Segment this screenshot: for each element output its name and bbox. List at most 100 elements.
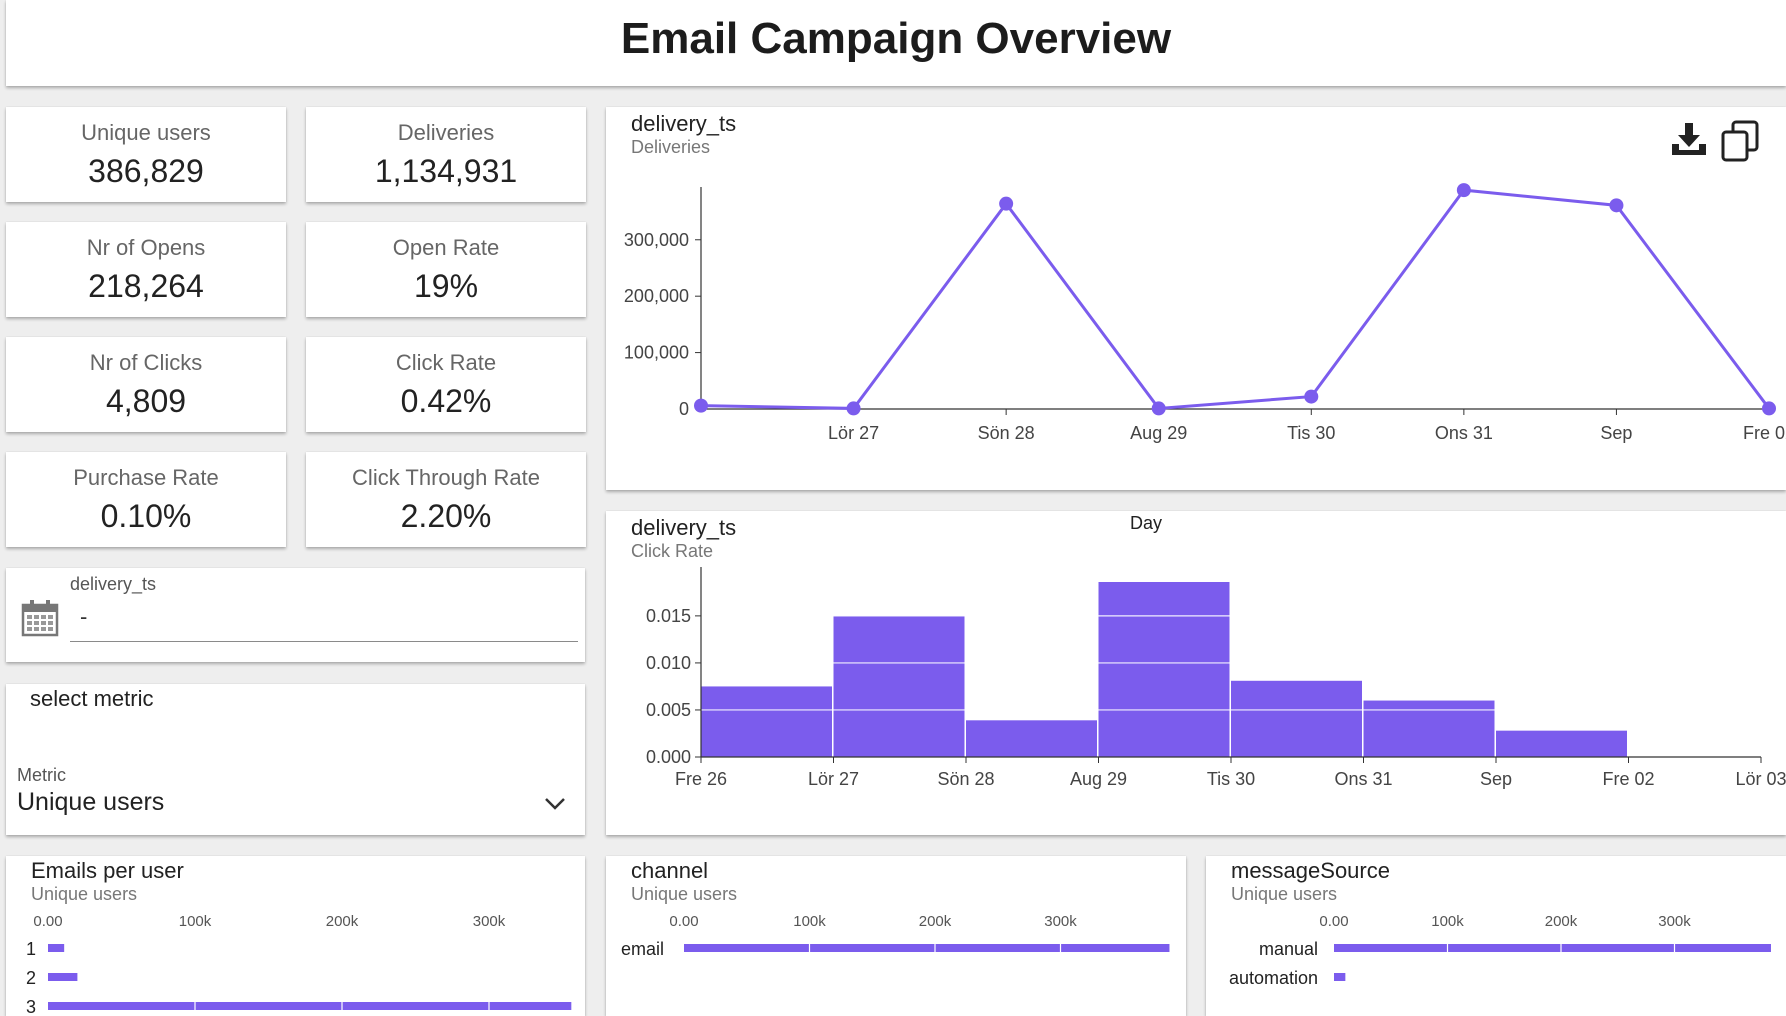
bar	[684, 944, 1170, 952]
x-tick-label: Aug 29	[1130, 423, 1187, 443]
metric-select-title: select metric	[30, 686, 154, 711]
kpi-card-purchase-rate: Purchase Rate 0.10%	[6, 452, 286, 547]
bar	[1334, 944, 1771, 952]
kpi-value: 19%	[413, 268, 479, 304]
x-tick-label: 0.00	[33, 913, 62, 930]
x-tick-label: 100k	[179, 913, 212, 930]
x-tick-label: 100k	[793, 913, 826, 930]
click-rate-bar	[1496, 730, 1627, 757]
click-rate-bar	[1363, 700, 1495, 757]
kpi-card-clicks: Nr of Clicks 4,809	[6, 337, 286, 432]
data-point	[999, 196, 1014, 211]
bar	[48, 973, 78, 981]
x-tick-label: 300k	[1044, 913, 1077, 930]
deliveries-series-line	[700, 188, 1771, 410]
x-tick-label: Ons 31	[1435, 423, 1493, 443]
page-title: Email Campaign Overview	[620, 14, 1172, 63]
data-point	[1609, 198, 1624, 213]
row-label: automation	[1229, 968, 1318, 988]
metric-select-label: Metric	[17, 765, 66, 785]
date-filter-card: delivery_ts -	[6, 568, 585, 662]
kpi-label: Deliveries	[397, 120, 495, 145]
kpi-value: 4,809	[105, 383, 187, 419]
kpi-card-click-through-rate: Click Through Rate 2.20%	[306, 452, 586, 547]
y-tick-label: 300,000	[624, 230, 689, 250]
row-label: manual	[1259, 939, 1318, 959]
x-tick-label: Sep	[1480, 769, 1512, 789]
kpi-card-open-rate: Open Rate 19%	[306, 222, 586, 317]
metric-selected-value: Unique users	[17, 788, 165, 816]
kpi-value: 1,134,931	[374, 153, 518, 189]
x-tick-label: 0.00	[1319, 913, 1348, 930]
y-tick-label: 100,000	[624, 343, 689, 363]
x-tick-label: Fre 02	[1602, 769, 1654, 789]
emails-per-user-chart: 0.00 100k 200k 300k 1 2 3	[26, 913, 572, 1016]
bar	[1334, 973, 1346, 981]
bar-chart-panel: delivery_ts Click Rate Day 0.000 0.005 0.01…	[606, 511, 1786, 835]
row-label: 1	[26, 939, 36, 959]
message-source-panel: messageSource Unique users 0.00 100k 200k 3…	[1206, 856, 1786, 1016]
kpi-value: 386,829	[88, 153, 204, 189]
kpi-card-opens: Nr of Opens 218,264	[6, 222, 286, 317]
kpi-label: Purchase Rate	[73, 465, 219, 490]
chevron-down-icon	[545, 798, 565, 810]
metric-dropdown[interactable]: Unique users	[17, 788, 577, 822]
y-tick-label: 0	[679, 399, 689, 419]
bar	[48, 944, 65, 952]
x-tick-label: 300k	[473, 913, 506, 930]
channel-panel: channel Unique users 0.00 100k 200k 300k ema…	[606, 856, 1186, 1016]
data-point	[1762, 401, 1776, 416]
kpi-label: Open Rate	[392, 235, 500, 260]
channel-chart: 0.00 100k 200k 300k email	[621, 913, 1170, 959]
x-tick-label: 100k	[1431, 913, 1464, 930]
date-filter-label: delivery_ts	[70, 574, 157, 594]
kpi-card-click-rate: Click Rate 0.42%	[306, 337, 586, 432]
x-tick-label: Lör 27	[808, 769, 859, 789]
dashboard-header: Email Campaign Overview	[6, 0, 1786, 86]
row-label: 2	[26, 968, 36, 988]
click-rate-bar	[966, 720, 1097, 757]
click-rate-bar-chart: Day 0.000 0.005 0.010 0.015 Fre 26 Lör 27 Sön 2…	[646, 513, 1786, 789]
line-chart-panel: delivery_ts Deliveries 0 100,000 200,000 30…	[606, 107, 1786, 490]
data-point	[694, 398, 708, 413]
kpi-label: Nr of Opens	[86, 235, 206, 260]
x-axis-title: Day	[1130, 513, 1162, 533]
x-tick-label: Sep	[1600, 423, 1632, 443]
click-rate-bar	[1231, 680, 1362, 757]
kpi-card-deliveries: Deliveries 1,134,931	[306, 107, 586, 202]
data-point	[1456, 183, 1471, 198]
y-tick-label: 0.005	[646, 700, 691, 720]
click-rate-bar	[701, 686, 832, 757]
kpi-label: Nr of Clicks	[89, 350, 203, 375]
x-tick-label: Fre 26	[675, 769, 727, 789]
x-tick-label: Sön 28	[937, 769, 994, 789]
y-tick-label: 0.015	[646, 606, 691, 626]
x-tick-label: Tis 30	[1207, 769, 1255, 789]
metric-select-card: select metric Metric Unique users	[6, 684, 585, 835]
x-tick-label: 200k	[326, 913, 359, 930]
message-source-chart: 0.00 100k 200k 300k manual automation	[1229, 913, 1771, 988]
date-range-value: -	[80, 604, 88, 629]
kpi-value: 2.20%	[400, 498, 492, 534]
data-point	[1151, 401, 1166, 416]
calendar-icon[interactable]	[20, 598, 60, 638]
kpi-value: 218,264	[88, 268, 204, 304]
x-tick-label: Fre 02	[1743, 423, 1786, 443]
x-tick-label: Aug 29	[1070, 769, 1127, 789]
y-tick-label: 0.010	[646, 653, 691, 673]
kpi-card-unique-users: Unique users 386,829	[6, 107, 286, 202]
x-tick-label: 200k	[919, 913, 952, 930]
kpi-label: Unique users	[81, 120, 211, 145]
x-tick-label: Lör 03	[1735, 769, 1786, 789]
x-tick-label: 0.00	[669, 913, 698, 930]
click-rate-bar	[1098, 582, 1230, 757]
data-point	[846, 401, 861, 416]
row-label: 3	[26, 997, 36, 1016]
x-tick-label: Tis 30	[1287, 423, 1335, 443]
x-tick-label: Ons 31	[1334, 769, 1392, 789]
bar	[48, 1002, 572, 1010]
y-tick-label: 0.000	[646, 747, 691, 767]
kpi-label: Click Rate	[395, 350, 497, 375]
date-range-input[interactable]: -	[70, 604, 578, 642]
x-tick-label: Sön 28	[978, 423, 1035, 443]
